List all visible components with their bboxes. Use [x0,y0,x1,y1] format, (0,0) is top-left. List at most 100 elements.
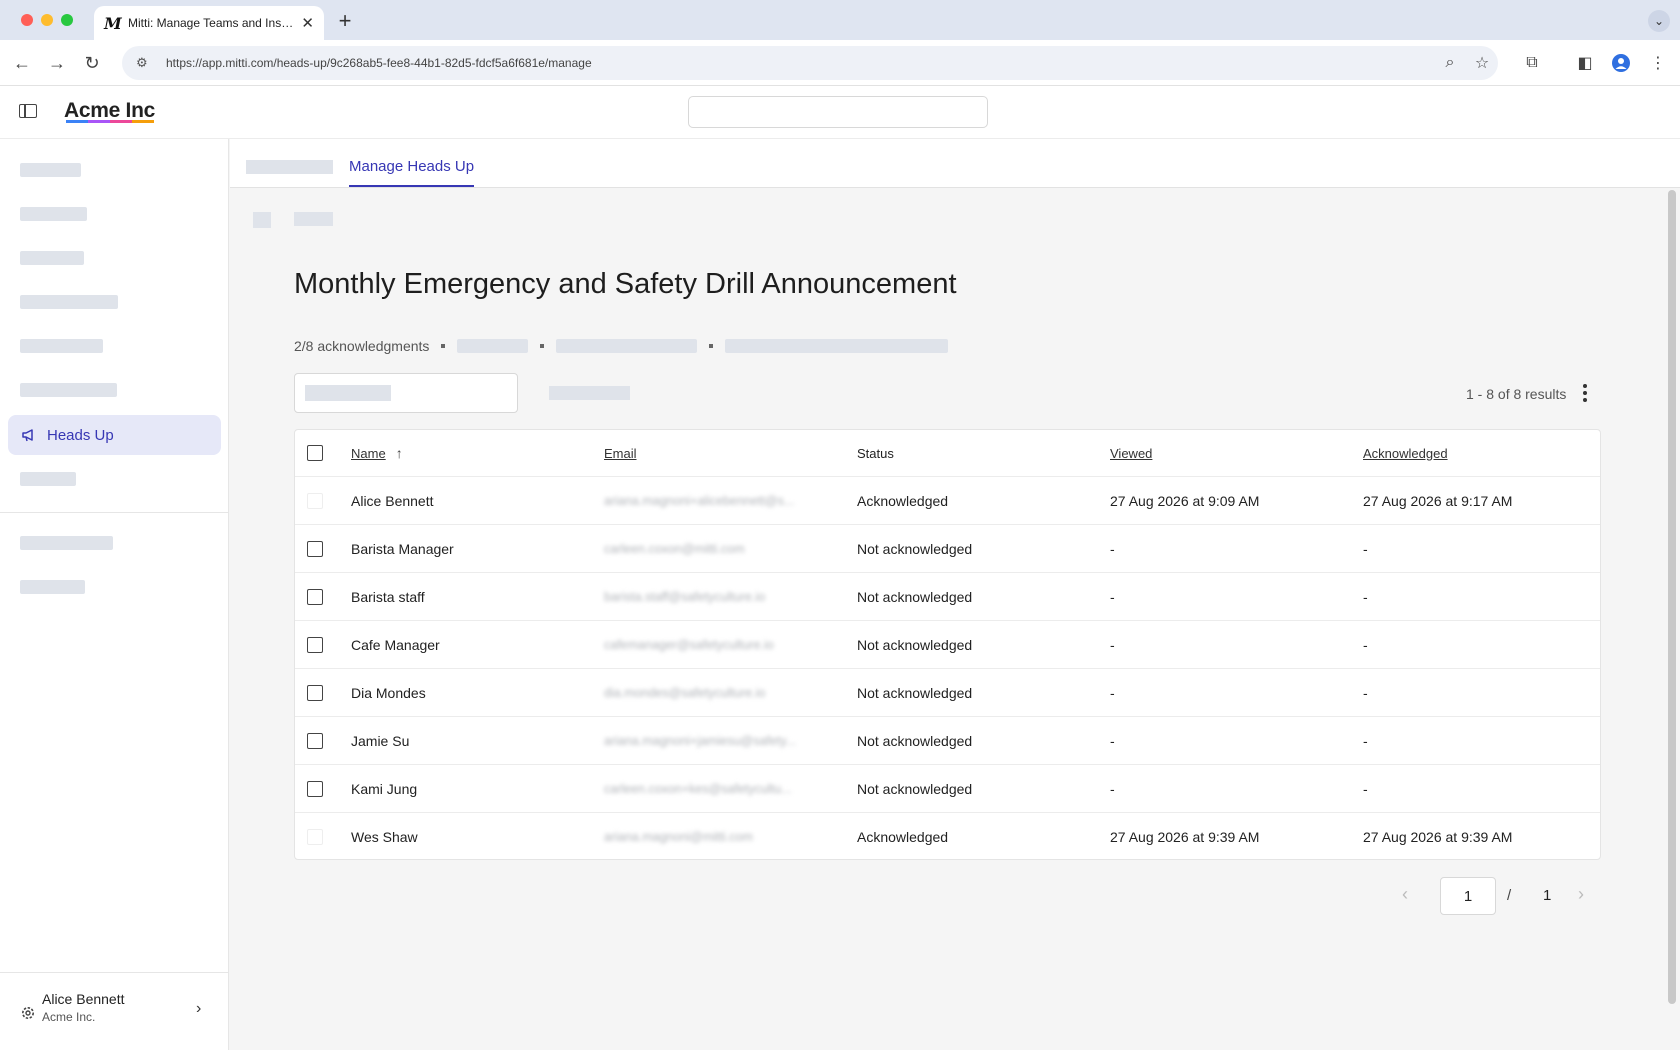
side-panel-icon[interactable]: ◧ [1574,52,1596,74]
zoom-icon[interactable]: ⌕ [1439,52,1461,74]
breadcrumb-placeholder[interactable] [294,212,333,226]
page-scrollbar[interactable] [1668,190,1676,1004]
browser-tab[interactable]: M Mitti: Manage Teams and Inspect... ✕ [94,6,324,40]
bookmark-star-icon[interactable]: ☆ [1471,52,1493,74]
browser-menu-icon[interactable]: ⋮ [1647,52,1669,74]
table-row[interactable]: Kami Jung carleen.coxon+kes@safetycultu.… [295,765,1600,813]
table-row[interactable]: Cafe Manager cafemanager@safetyculture.i… [295,621,1600,669]
meta-separator [540,344,545,348]
select-all-checkbox[interactable] [307,445,323,461]
row-email: cafemanager@safetyculture.io [604,637,774,652]
row-viewed: - [1110,780,1115,797]
chevron-right-icon: › [196,1000,202,1017]
profile-avatar-icon[interactable] [1610,52,1632,74]
sidebar: Heads Up Alice Bennett Acme Inc. › [0,139,229,1050]
row-viewed: - [1110,636,1115,653]
breadcrumb-icon-placeholder[interactable] [253,212,271,228]
column-header-email[interactable]: Email [604,430,834,476]
window-maximize-button[interactable] [61,14,73,26]
row-acknowledged: - [1363,636,1368,653]
row-acknowledged: 27 Aug 2026 at 9:17 AM [1363,492,1513,509]
row-email: ariana.magnoni@mitti.com [604,830,753,844]
search-placeholder [305,385,391,401]
search-input[interactable] [294,373,518,413]
row-name: Dia Mondes [351,684,426,701]
address-bar[interactable]: ⚙ https://app.mitti.com/heads-up/9c268ab… [122,46,1498,80]
extensions-icon[interactable]: ⧉ [1521,52,1543,74]
table-row[interactable]: Wes Shaw ariana.magnoni@mitti.com Acknow… [295,813,1600,859]
url-text: https://app.mitti.com/heads-up/9c268ab5-… [166,56,592,70]
row-email: ariana.magnoni+alicebennett@s... [604,493,795,508]
row-checkbox[interactable] [307,829,323,845]
sidebar-item-placeholder[interactable] [20,339,103,353]
brand-underline [66,120,154,123]
back-button[interactable]: ← [11,52,33,74]
row-name: Jamie Su [351,732,410,749]
sidebar-item-placeholder[interactable] [20,207,87,221]
tab-search-button[interactable]: ⌄ [1648,10,1670,32]
sidebar-item-placeholder[interactable] [20,251,84,265]
row-checkbox[interactable] [307,732,323,749]
page-number-input[interactable]: 1 [1440,877,1496,915]
row-email: carleen.coxon@mitti.com [604,541,745,556]
sidebar-item-heads-up[interactable]: Heads Up [8,415,221,455]
user-name: Alice Bennett [42,991,125,1007]
row-email: carleen.coxon+kes@safetycultu... [604,781,792,796]
sidebar-item-placeholder[interactable] [20,472,76,486]
column-header-name[interactable]: Name ↑ [351,430,581,476]
global-search-input[interactable] [688,96,988,128]
row-checkbox[interactable] [307,492,323,509]
row-acknowledged: - [1363,540,1368,557]
row-checkbox[interactable] [307,636,323,653]
sidebar-item-placeholder[interactable] [20,295,118,309]
row-acknowledged: - [1363,588,1368,605]
chevron-left-icon[interactable]: ‹ [1402,884,1408,905]
sidebar-item-placeholder[interactable] [20,383,117,397]
row-name: Cafe Manager [351,636,440,653]
table-row[interactable]: Alice Bennett ariana.magnoni+alicebennet… [295,477,1600,525]
table-row[interactable]: Barista Manager carleen.coxon@mitti.com … [295,525,1600,573]
browser-toolbar: ← → ↻ ⚙ https://app.mitti.com/heads-up/9… [0,40,1680,86]
row-email: barista.staff@safetyculture.io [604,589,766,604]
chevron-right-icon[interactable]: › [1578,884,1584,905]
column-header-status: Status [857,445,894,461]
row-status: Not acknowledged [857,540,973,557]
row-checkbox[interactable] [307,684,323,701]
sidebar-item-placeholder[interactable] [20,163,81,177]
favicon-icon: M [104,13,122,33]
filter-placeholder[interactable] [549,386,630,400]
sidebar-item-placeholder[interactable] [20,536,113,550]
column-header-acknowledged[interactable]: Acknowledged [1363,430,1593,476]
row-status: Not acknowledged [857,732,973,749]
table-row[interactable]: Jamie Su ariana.magnoni+jamiesu@safety..… [295,717,1600,765]
table-row[interactable]: Barista staff barista.staff@safetycultur… [295,573,1600,621]
sidebar-item-placeholder[interactable] [20,580,85,594]
tab-close-icon[interactable]: ✕ [301,14,314,32]
window-close-button[interactable] [21,14,33,26]
table-row[interactable]: Dia Mondes dia.mondes@safetyculture.io N… [295,669,1600,717]
kebab-menu-icon[interactable] [1578,384,1592,402]
row-email: ariana.magnoni+jamiesu@safety... [604,733,797,748]
reload-button[interactable]: ↻ [81,52,103,74]
window-minimize-button[interactable] [41,14,53,26]
row-checkbox[interactable] [307,540,323,557]
row-name: Kami Jung [351,780,418,797]
sidebar-toggle-icon[interactable] [19,104,37,118]
site-info-icon[interactable]: ⚙ [136,55,154,71]
user-menu[interactable]: Alice Bennett Acme Inc. › [0,972,229,1050]
sort-ascending-icon[interactable]: ↑ [396,445,403,461]
row-checkbox[interactable] [307,780,323,797]
column-header-viewed[interactable]: Viewed [1110,430,1340,476]
meta-separator [709,344,714,348]
results-count: 1 - 8 of 8 results [1466,386,1567,402]
tab-manage-heads-up[interactable]: Manage Heads Up [349,158,475,187]
row-viewed: 27 Aug 2026 at 9:09 AM [1110,492,1260,509]
sidebar-item-label: Heads Up [47,426,114,444]
meta-placeholder [556,339,698,353]
forward-button[interactable]: → [46,52,68,74]
row-acknowledged: - [1363,732,1368,749]
row-acknowledged: - [1363,684,1368,701]
row-checkbox[interactable] [307,588,323,605]
tab-placeholder[interactable] [246,160,333,174]
new-tab-button[interactable]: + [334,8,356,34]
